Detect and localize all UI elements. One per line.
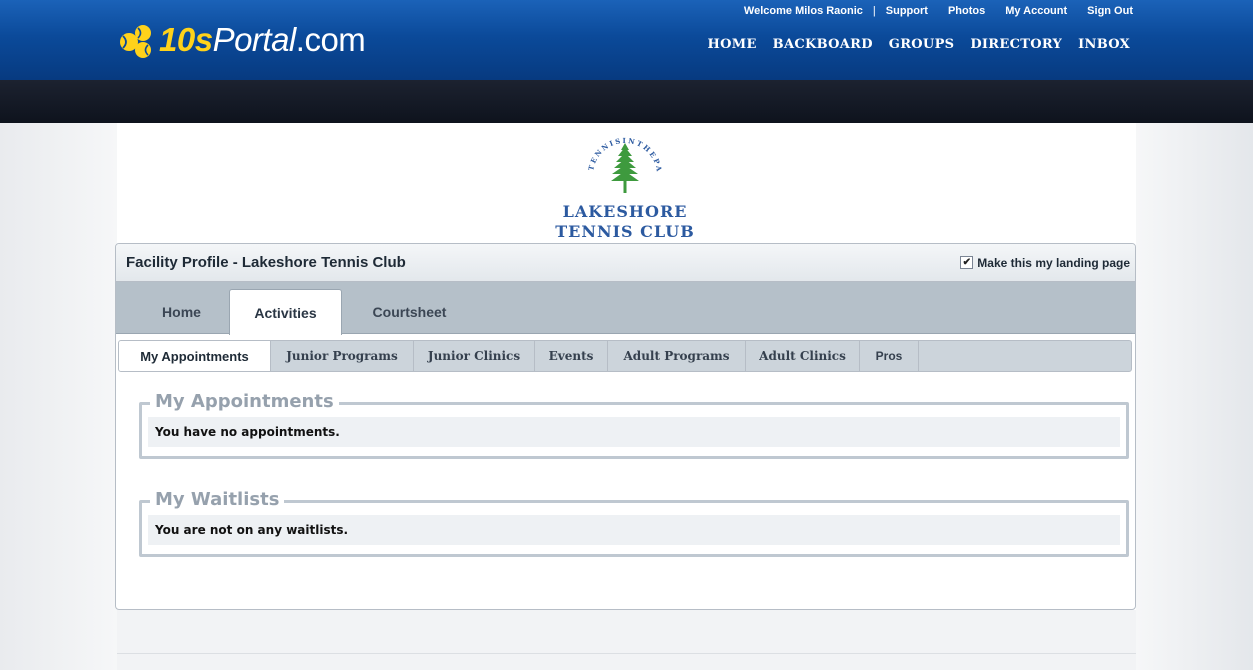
tab-activities[interactable]: Activities [229,289,342,335]
club-name-line2: TENNIS CLUB [555,222,695,241]
site-logo[interactable]: 10sPortal.com [117,18,366,62]
waitlists-message: You are not on any waitlists. [148,515,1120,545]
subtab-my-appointments[interactable]: My Appointments [119,341,271,371]
club-ring-label: TENNISINTHEPARK [520,125,662,174]
main-nav: HOME BACKBOARD GROUPS DIRECTORY INBOX [703,35,1135,54]
subtab-adult-programs[interactable]: Adult Programs [608,341,746,371]
tab-courtsheet-label: Courtsheet [372,304,447,320]
photos-link[interactable]: Photos [948,5,985,17]
header-dark-strip [0,80,1253,123]
activity-subtabs: My Appointments Junior Programs Junior C… [118,340,1132,372]
subtab-adult-clinics[interactable]: Adult Clinics [746,341,860,371]
my-account-link[interactable]: My Account [1005,5,1067,17]
appointments-heading: My Appointments [150,391,339,412]
appointments-message: You have no appointments. [148,417,1120,447]
facility-profile-panel: Facility Profile - Lakeshore Tennis Club… [115,243,1136,610]
left-gutter [0,123,117,670]
nav-groups[interactable]: GROUPS [884,35,960,54]
tab-home-label: Home [162,304,201,320]
appointments-section: My Appointments You have no appointments… [139,391,1129,459]
waitlists-section: My Waitlists You are not on any waitlist… [139,489,1129,557]
logo-text: 10sPortal.com [159,21,366,58]
panel-title: Facility Profile - Lakeshore Tennis Club [126,254,406,271]
nav-directory[interactable]: DIRECTORY [965,35,1067,54]
tab-home[interactable]: Home [134,291,229,333]
sign-out-link[interactable]: Sign Out [1087,5,1133,17]
check-icon: ✔ [962,257,971,268]
waitlists-heading: My Waitlists [150,489,285,510]
subtab-pros[interactable]: Pros [860,341,919,371]
pine-tree-icon [611,143,639,193]
subtab-junior-programs[interactable]: Junior Programs [271,341,414,371]
footer-divider [117,653,1136,654]
utility-separator: | [872,5,876,17]
panel-header: Facility Profile - Lakeshore Tennis Club… [116,244,1135,282]
top-header: 10sPortal.com Welcome Milos Raonic | Sup… [0,0,1253,80]
nav-inbox[interactable]: INBOX [1073,35,1135,54]
svg-text:TENNISINTHEPARK: TENNISINTHEPARK [520,125,664,174]
right-gutter [1136,123,1253,670]
landing-page-toggle[interactable]: ✔ Make this my landing page [960,256,1130,270]
club-logo: TENNISINTHEPARK LAKESHORE TENNIS CLUB [520,125,730,243]
subtab-events[interactable]: Events [535,341,608,371]
nav-home[interactable]: HOME [703,35,762,54]
nav-backboard[interactable]: BACKBOARD [768,35,878,54]
tab-courtsheet[interactable]: Courtsheet [352,291,467,333]
support-link[interactable]: Support [886,5,928,17]
landing-page-label: Make this my landing page [977,255,1130,270]
welcome-user-link[interactable]: Welcome Milos Raonic [744,5,863,17]
tab-activities-label: Activities [254,304,317,321]
main-tabs: Home Activities Courtsheet [116,282,1135,335]
tennis-balls-icon [120,25,151,58]
landing-page-checkbox[interactable]: ✔ [960,256,974,269]
utility-nav: Welcome Milos Raonic | Support Photos My… [744,5,1133,17]
club-name-line1: LAKESHORE [562,202,688,221]
subtab-junior-clinics[interactable]: Junior Clinics [414,341,535,371]
